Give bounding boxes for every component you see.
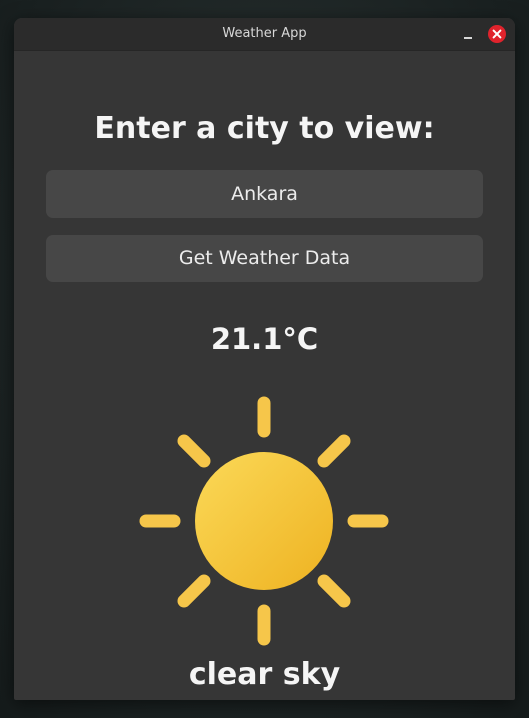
title-bar[interactable]: Weather App bbox=[14, 18, 515, 51]
sun-ray-top-right bbox=[317, 434, 351, 468]
minimize-icon bbox=[464, 37, 472, 39]
temperature-label: 21.1°C bbox=[210, 322, 319, 356]
close-button[interactable] bbox=[488, 25, 506, 43]
sun-disc bbox=[195, 452, 333, 590]
app-window: Weather App Enter a city to view: Get We… bbox=[14, 18, 515, 700]
minimize-button[interactable] bbox=[460, 26, 476, 42]
weather-description: clear sky bbox=[188, 657, 341, 692]
page-title: Enter a city to view: bbox=[94, 111, 435, 146]
sun-ray-top-left bbox=[177, 434, 211, 468]
get-weather-button[interactable]: Get Weather Data bbox=[46, 235, 483, 282]
sun-ray-bottom-right bbox=[317, 574, 351, 608]
desktop-background: Weather App Enter a city to view: Get We… bbox=[0, 0, 529, 718]
sun-ray-bottom-left bbox=[177, 574, 211, 608]
close-icon bbox=[492, 29, 502, 39]
main-content: Enter a city to view: Get Weather Data 2… bbox=[14, 51, 515, 700]
sun-icon bbox=[139, 396, 389, 646]
window-title: Weather App bbox=[222, 26, 307, 41]
city-input[interactable] bbox=[46, 170, 483, 218]
